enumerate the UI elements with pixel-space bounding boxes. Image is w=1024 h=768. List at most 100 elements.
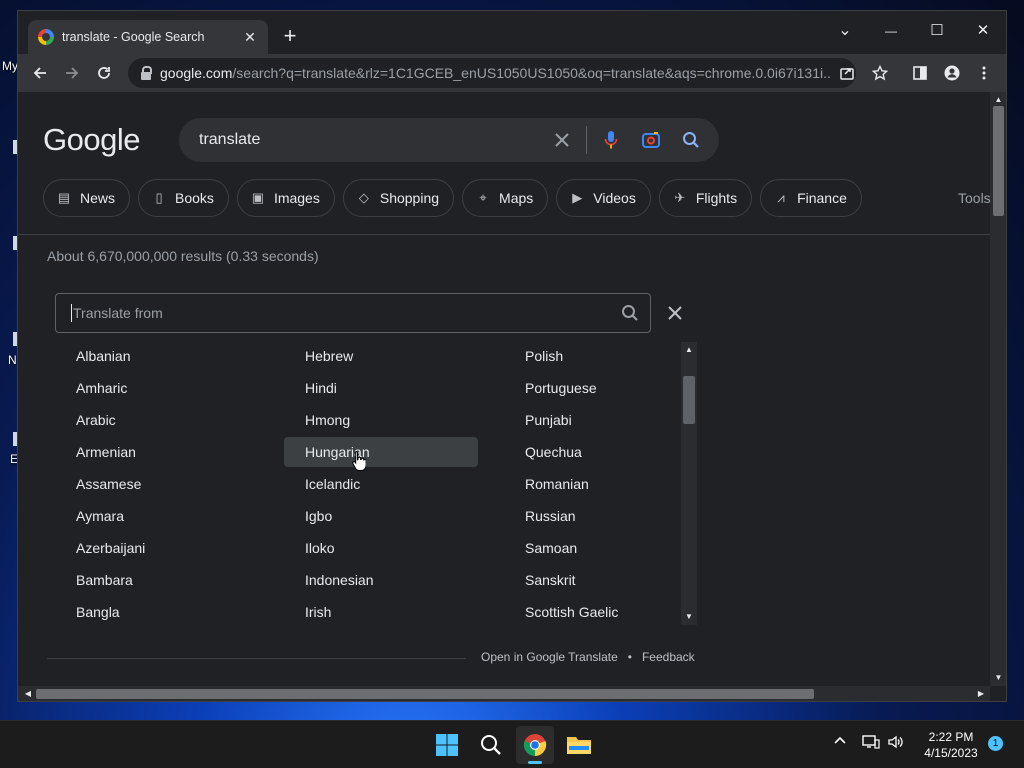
browser-window: translate - Google Search ✕ + ⌄ — ☐ ✕ go… bbox=[17, 10, 1007, 702]
google-logo[interactable]: Google bbox=[43, 122, 140, 158]
translate-footer: Open in Google Translate • Feedback bbox=[481, 650, 695, 664]
language-option[interactable]: Polish bbox=[504, 341, 698, 371]
search-submit-icon[interactable] bbox=[671, 118, 711, 162]
windows-logo-icon bbox=[436, 734, 458, 756]
search-box[interactable]: translate bbox=[179, 118, 719, 162]
chip-videos[interactable]: ▶ Videos bbox=[556, 179, 651, 217]
network-icon[interactable] bbox=[862, 734, 880, 753]
language-option[interactable]: Indonesian bbox=[284, 565, 478, 595]
page-scroll-right-icon[interactable]: ▶ bbox=[973, 686, 989, 701]
folder-icon bbox=[567, 737, 591, 754]
page-scroll-left-icon[interactable]: ◀ bbox=[20, 686, 36, 701]
active-app-indicator bbox=[528, 761, 542, 764]
desktop-icon-label[interactable]: N bbox=[8, 353, 17, 367]
language-option[interactable]: Punjabi bbox=[504, 405, 698, 435]
plane-icon: ✈ bbox=[674, 190, 686, 205]
header-divider bbox=[18, 234, 990, 235]
chip-shopping[interactable]: ◇ Shopping bbox=[342, 179, 455, 217]
language-option[interactable]: Irish bbox=[284, 597, 478, 627]
clear-search-icon[interactable] bbox=[542, 118, 582, 162]
video-icon: ▶ bbox=[572, 190, 583, 205]
language-option[interactable]: Armenian bbox=[55, 437, 249, 467]
chip-maps[interactable]: ⌖ Maps bbox=[462, 179, 549, 217]
back-button[interactable] bbox=[26, 59, 54, 87]
language-option[interactable]: Arabic bbox=[55, 405, 249, 435]
translate-from-input[interactable] bbox=[73, 305, 610, 321]
language-option[interactable]: Bangla bbox=[55, 597, 249, 627]
language-option[interactable]: Albanian bbox=[55, 341, 249, 371]
language-option[interactable]: Hungarian bbox=[284, 437, 478, 467]
close-language-list-icon[interactable] bbox=[663, 301, 687, 325]
chip-flights[interactable]: ✈ Flights bbox=[658, 179, 753, 217]
maximize-button[interactable]: ☐ bbox=[914, 17, 960, 45]
language-list-scroll-thumb[interactable] bbox=[683, 376, 695, 424]
chip-news[interactable]: ▤ News bbox=[43, 179, 131, 217]
reload-icon bbox=[98, 67, 110, 79]
language-option[interactable]: Sanskrit bbox=[504, 565, 698, 595]
show-hidden-icons-chevron-icon[interactable] bbox=[833, 734, 847, 751]
language-option[interactable]: Igbo bbox=[284, 501, 478, 531]
tab-search-chevron-icon[interactable]: ⌄ bbox=[822, 17, 868, 45]
more-menu-icon[interactable] bbox=[971, 58, 997, 88]
profile-icon[interactable] bbox=[939, 58, 965, 88]
result-stats: About 6,670,000,000 results (0.33 second… bbox=[47, 248, 319, 264]
page-horizontal-scroll-thumb[interactable] bbox=[36, 689, 814, 699]
language-option[interactable]: Iloko bbox=[284, 533, 478, 563]
desktop-icon-label[interactable]: My bbox=[2, 59, 18, 73]
language-option[interactable]: Amharic bbox=[55, 373, 249, 403]
language-option[interactable]: Scottish Gaelic bbox=[504, 597, 698, 627]
start-button[interactable] bbox=[428, 726, 466, 764]
bookmark-star-icon[interactable] bbox=[867, 58, 893, 88]
language-option[interactable]: Romanian bbox=[504, 469, 698, 499]
language-option[interactable]: Portuguese bbox=[504, 373, 698, 403]
volume-icon[interactable] bbox=[887, 734, 905, 753]
open-in-google-translate-link[interactable]: Open in Google Translate bbox=[481, 650, 618, 664]
language-option[interactable]: Hmong bbox=[284, 405, 478, 435]
chip-books[interactable]: ▯ Books bbox=[138, 179, 229, 217]
tab-google-search[interactable]: translate - Google Search ✕ bbox=[28, 20, 268, 54]
lens-search-icon[interactable] bbox=[631, 118, 671, 162]
taskbar-search-button[interactable] bbox=[472, 726, 510, 764]
language-option[interactable]: Aymara bbox=[55, 501, 249, 531]
chip-images[interactable]: ▣ Images bbox=[236, 179, 335, 217]
page-vertical-scrollbar[interactable]: ▲ ▼ bbox=[990, 92, 1006, 686]
scroll-down-arrow-icon[interactable]: ▼ bbox=[681, 612, 697, 621]
language-option[interactable]: Bambara bbox=[55, 565, 249, 595]
language-option[interactable]: Hebrew bbox=[284, 341, 478, 371]
tag-icon: ◇ bbox=[358, 190, 369, 205]
notification-count-badge[interactable]: 1 bbox=[988, 736, 1003, 751]
taskbar-chrome-app[interactable] bbox=[516, 726, 554, 764]
taskbar-file-explorer-app[interactable] bbox=[560, 726, 598, 764]
minimize-button[interactable]: — bbox=[868, 17, 914, 45]
forward-button[interactable] bbox=[58, 59, 86, 87]
search-query[interactable]: translate bbox=[199, 131, 542, 149]
window-close-button[interactable]: ✕ bbox=[960, 17, 1006, 45]
language-option[interactable]: Assamese bbox=[55, 469, 249, 499]
language-option[interactable]: Icelandic bbox=[284, 469, 478, 499]
tools-button[interactable]: Tools bbox=[958, 190, 990, 206]
feedback-link[interactable]: Feedback bbox=[642, 650, 695, 664]
scroll-up-arrow-icon[interactable]: ▲ bbox=[681, 345, 697, 354]
tab-close-icon[interactable]: ✕ bbox=[242, 29, 258, 46]
language-option[interactable]: Russian bbox=[504, 501, 698, 531]
voice-search-icon[interactable] bbox=[591, 118, 631, 162]
page-vertical-scroll-thumb[interactable] bbox=[993, 106, 1004, 216]
taskbar-clock[interactable]: 2:22 PM 4/15/2023 bbox=[916, 729, 986, 761]
translate-from-field[interactable] bbox=[55, 293, 651, 333]
page-scroll-down-icon[interactable]: ▼ bbox=[990, 673, 1006, 682]
language-option[interactable]: Azerbaijani bbox=[55, 533, 249, 563]
language-option[interactable]: Hindi bbox=[284, 373, 478, 403]
language-list-scrollbar[interactable]: ▲ ▼ bbox=[681, 342, 697, 625]
page-horizontal-scrollbar[interactable]: ◀ ▶ bbox=[18, 686, 990, 701]
page-scroll-up-icon[interactable]: ▲ bbox=[990, 95, 1006, 104]
chip-finance[interactable]: ⩘ Finance bbox=[760, 179, 862, 217]
lock-icon[interactable] bbox=[140, 66, 152, 80]
share-icon[interactable] bbox=[834, 58, 860, 88]
new-tab-button[interactable]: + bbox=[278, 25, 302, 47]
reload-button[interactable] bbox=[90, 59, 118, 87]
address-bar[interactable]: google.com /search?q=translate&rlz=1C1GC… bbox=[128, 58, 856, 88]
language-option[interactable]: Quechua bbox=[504, 437, 698, 467]
language-option[interactable]: Samoan bbox=[504, 533, 698, 563]
language-search-icon[interactable] bbox=[610, 294, 650, 332]
side-panel-icon[interactable] bbox=[907, 58, 933, 88]
